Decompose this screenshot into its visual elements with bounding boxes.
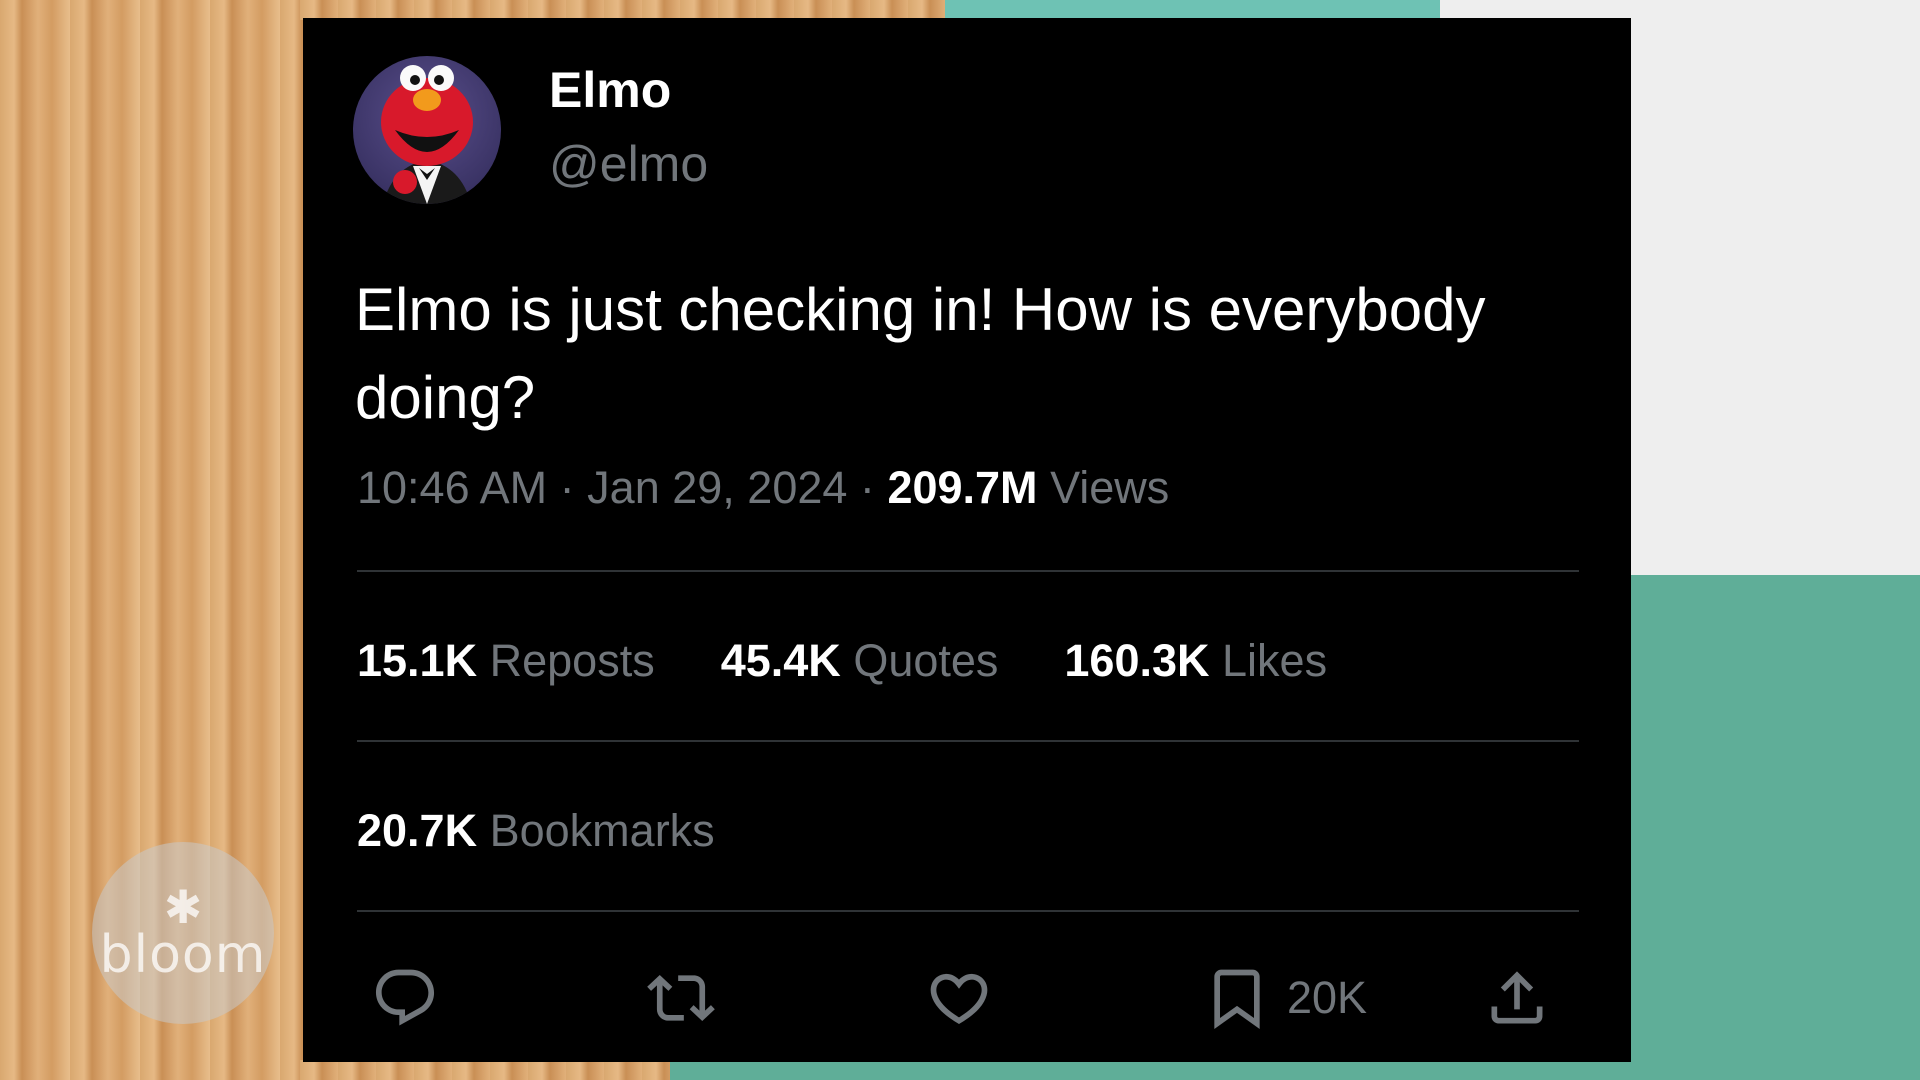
divider [357, 740, 1579, 742]
medical-star-icon: ✱ [163, 880, 203, 934]
bookmarks-stat[interactable]: 20.7K Bookmarks [357, 805, 715, 857]
like-button[interactable] [925, 960, 993, 1036]
wood-background-top [300, 0, 950, 20]
reposts-stat[interactable]: 15.1K Reposts [357, 635, 655, 687]
tweet-time[interactable]: 10:46 AM [357, 462, 547, 513]
repost-icon [647, 974, 715, 1022]
views-count: 209.7M [887, 462, 1038, 513]
tweet-metadata: 10:46 AM · Jan 29, 2024 · 209.7M Views [357, 462, 1169, 514]
likes-count: 160.3K [1064, 635, 1210, 686]
teal-background-strip [945, 0, 1445, 20]
teal-background-panel [1625, 575, 1920, 1080]
teal-background-bottom [670, 1060, 1920, 1080]
user-handle[interactable]: @elmo [549, 136, 708, 194]
avatar[interactable] [353, 56, 501, 204]
quotes-label: Quotes [853, 635, 999, 686]
likes-label: Likes [1222, 635, 1328, 686]
engagement-stats: 15.1K Reposts 45.4K Quotes 160.3K Likes [357, 635, 1327, 687]
watermark-text: bloom [99, 925, 267, 985]
tweet-date[interactable]: Jan 29, 2024 [587, 462, 847, 513]
repost-button[interactable] [647, 960, 715, 1036]
reply-icon [375, 969, 435, 1026]
views-label: Views [1050, 462, 1170, 513]
wood-background-bottom [300, 1060, 680, 1080]
divider [357, 910, 1579, 912]
display-name[interactable]: Elmo [549, 62, 671, 120]
bookmark-count: 20K [1287, 972, 1368, 1023]
bloom-watermark-logo: ✱ bloom [92, 842, 274, 1024]
elmo-avatar-image [381, 65, 473, 204]
meta-separator: · [559, 462, 575, 513]
tweet-text: Elmo is just checking in! How is everybo… [355, 276, 1486, 431]
share-icon [1491, 971, 1543, 1024]
reposts-count: 15.1K [357, 635, 478, 686]
bookmark-button[interactable]: 20K [1203, 960, 1367, 1036]
quotes-count: 45.4K [720, 635, 841, 686]
reposts-label: Reposts [489, 635, 655, 686]
likes-stat[interactable]: 160.3K Likes [1064, 635, 1327, 687]
divider [357, 570, 1579, 572]
reply-button[interactable] [371, 960, 439, 1036]
bookmarks-count: 20.7K [357, 805, 478, 856]
bookmarks-label: Bookmarks [489, 805, 715, 856]
tweet-card: Elmo @elmo Elmo is just checking in! How… [303, 18, 1631, 1062]
quotes-stat[interactable]: 45.4K Quotes [721, 635, 999, 687]
heart-icon [930, 973, 988, 1024]
meta-separator: · [859, 462, 875, 513]
bookmark-icon [1214, 969, 1260, 1029]
share-button[interactable] [1483, 960, 1551, 1036]
